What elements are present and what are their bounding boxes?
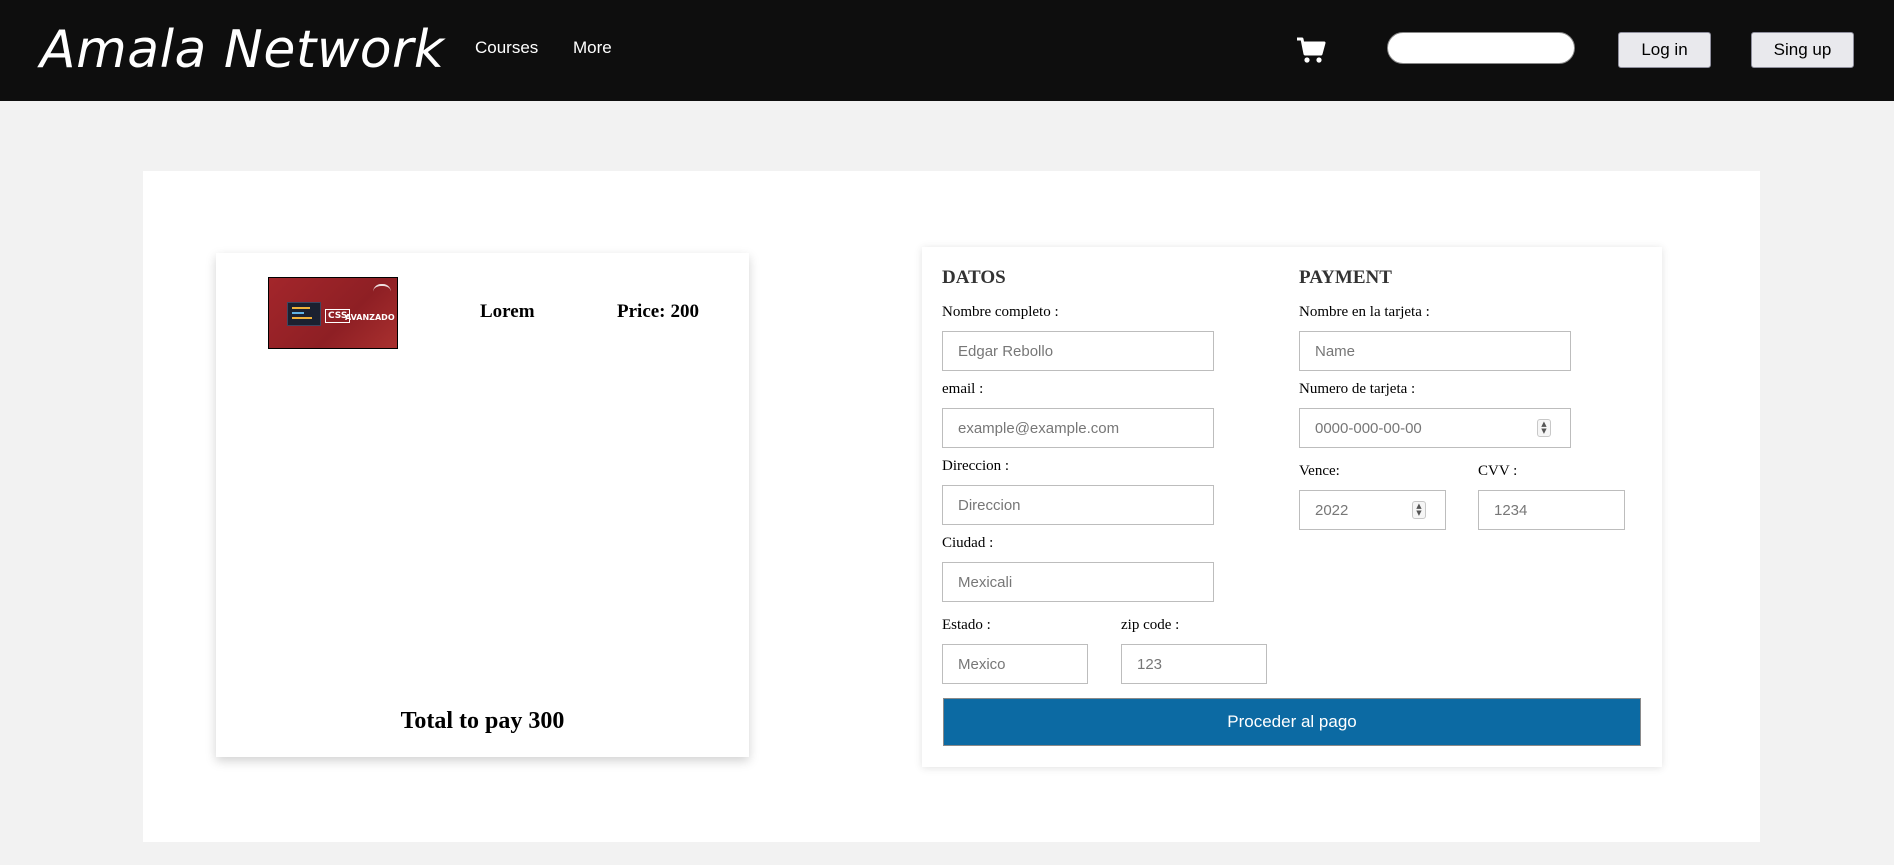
proceed-to-payment-button[interactable]: Proceder al pago [943, 698, 1641, 746]
cvv-label: CVV : [1478, 463, 1518, 479]
thumbnail-caption: AVANZADO [345, 313, 395, 322]
thumbnail-logo-icon [373, 284, 391, 292]
email-input[interactable] [942, 408, 1214, 448]
cvv-input[interactable] [1478, 490, 1625, 530]
zip-code-label: zip code : [1121, 617, 1180, 633]
card-name-label: Nombre en la tarjeta : [1299, 304, 1430, 320]
state-input[interactable] [942, 644, 1088, 684]
cart-item-price: Price: 200 [617, 301, 699, 323]
cart-item-name: Lorem [480, 301, 535, 322]
address-label: Direccion : [942, 458, 1010, 474]
total-value: 300 [528, 708, 565, 734]
price-label: Price: [617, 301, 666, 322]
course-thumbnail[interactable]: CSS AVANZADO [268, 277, 398, 349]
signup-button[interactable]: Sing up [1751, 32, 1854, 68]
expires-label: Vence: [1299, 463, 1340, 479]
login-button[interactable]: Log in [1618, 32, 1711, 68]
expires-stepper-icon[interactable]: ▲ ▼ [1412, 501, 1426, 519]
email-label: email : [942, 381, 984, 397]
city-input[interactable] [942, 562, 1214, 602]
state-label: Estado : [942, 617, 991, 633]
price-value: 200 [670, 301, 700, 322]
card-name-input[interactable] [1299, 331, 1571, 371]
checkout-form: DATOS Nombre completo : email : Direccio… [922, 247, 1662, 767]
payment-section-title: PAYMENT [1299, 267, 1392, 288]
total-label: Total to pay [400, 708, 523, 734]
nav-courses-link[interactable]: Courses [475, 38, 538, 58]
datos-section-title: DATOS [942, 267, 1006, 288]
zip-code-input[interactable] [1121, 644, 1267, 684]
thumbnail-screen-icon [287, 302, 321, 326]
cart-summary-card: CSS AVANZADO Lorem Price: 200 Total to pa… [216, 253, 749, 757]
full-name-input[interactable] [942, 331, 1214, 371]
nav-more-link[interactable]: More [573, 38, 612, 58]
card-number-input[interactable] [1299, 408, 1571, 448]
top-navbar: Amala Network Courses More Log in Sing u… [0, 0, 1894, 101]
card-number-stepper-icon[interactable]: ▲ ▼ [1537, 419, 1551, 437]
brand-logo[interactable]: Amala Network [40, 16, 445, 84]
shopping-cart-icon[interactable] [1296, 36, 1326, 66]
city-label: Ciudad : [942, 535, 994, 551]
cart-total: Total to pay 300 [216, 708, 749, 735]
address-input[interactable] [942, 485, 1214, 525]
search-input[interactable] [1387, 32, 1575, 64]
card-number-label: Numero de tarjeta : [1299, 381, 1416, 397]
full-name-label: Nombre completo : [942, 304, 1059, 320]
